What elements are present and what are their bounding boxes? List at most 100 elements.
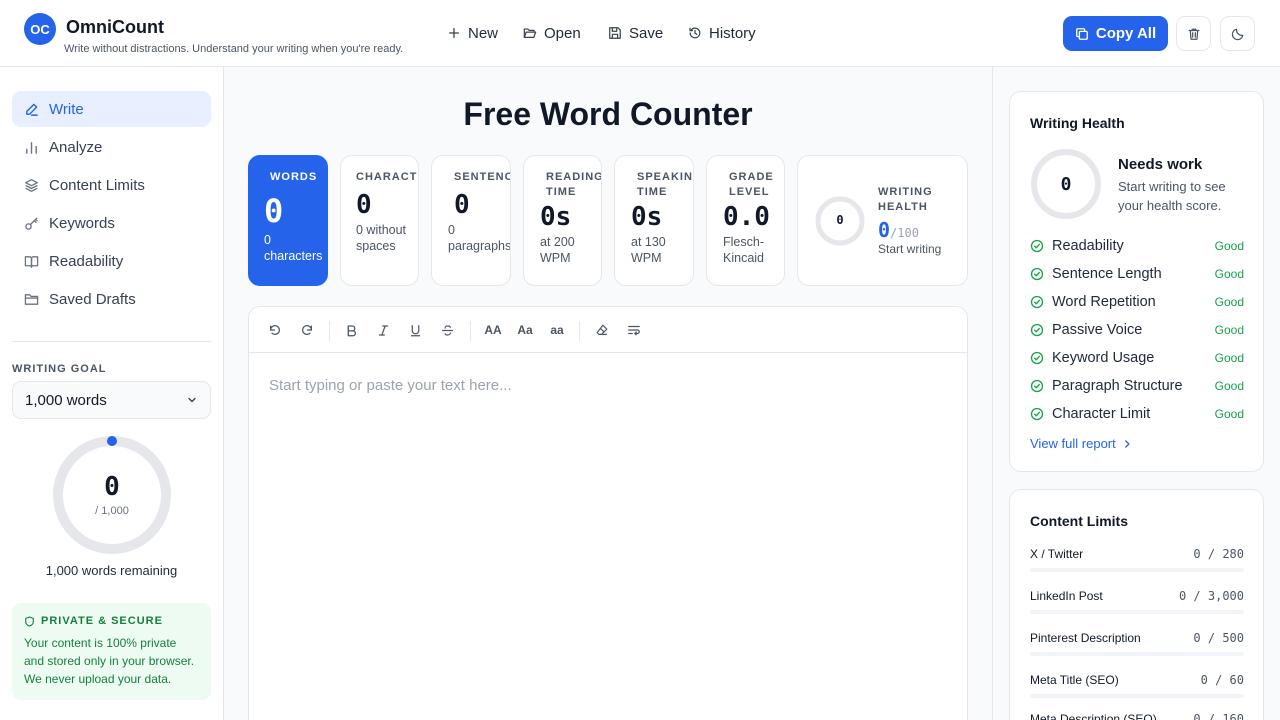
toolbar-divider [329, 321, 330, 341]
sidebar-item-label: Saved Drafts [49, 290, 136, 308]
italic-icon [377, 324, 390, 337]
limit-progress-bar [1030, 694, 1244, 698]
app-name[interactable]: OmniCount [66, 17, 164, 38]
editor-toolbar: AA Aa aa [249, 307, 967, 353]
stat-value: 0s [540, 202, 572, 232]
limit-linkedin-post: LinkedIn Post 0 / 3,000 [1030, 589, 1244, 614]
stat-sub: 0 without spaces [356, 223, 407, 253]
app-header: OC OmniCount Write without distractions.… [0, 0, 1280, 67]
health-check-status: Good [1214, 407, 1244, 421]
writing-goal-remaining: 1,000 words remaining [45, 563, 178, 578]
stat-reading-time: READING TIME 0s at 200 WPM [523, 155, 602, 286]
sidebar-item-content-limits[interactable]: Content Limits [12, 167, 211, 203]
stat-label: SPEAKING TIME [637, 171, 693, 198]
privacy-title: PRIVATE & SECURE [41, 615, 163, 627]
undo-icon [268, 323, 282, 337]
strikethrough-button[interactable] [439, 321, 455, 339]
lowercase-button[interactable]: aa [547, 321, 567, 339]
writing-health-score: 0 [878, 218, 891, 242]
plus-icon [447, 26, 461, 40]
folder-open-icon [523, 26, 537, 40]
key-icon [24, 216, 39, 231]
sidebar-item-label: Content Limits [49, 176, 145, 194]
text-editor[interactable]: AA Aa aa Start typing or paste your text… [248, 306, 968, 720]
stat-value: 0 [454, 190, 470, 220]
stat-value: 0s [631, 202, 663, 232]
writing-goal-label: WRITING GOAL [12, 363, 107, 375]
stat-label: READING TIME [546, 171, 602, 198]
chevron-down-icon [186, 394, 198, 406]
theme-toggle-button[interactable] [1220, 16, 1255, 51]
health-check-paragraph-structure: Paragraph Structure Good [1030, 376, 1244, 396]
limit-count: 0 / 280 [1193, 547, 1244, 561]
eraser-icon [595, 323, 609, 337]
redo-icon [300, 323, 314, 337]
bold-button[interactable] [343, 321, 359, 339]
health-check-keyword-usage: Keyword Usage Good [1030, 348, 1244, 368]
limit-label: LinkedIn Post [1030, 589, 1103, 603]
new-button[interactable]: New [447, 22, 498, 44]
sidebar-item-write[interactable]: Write [12, 91, 211, 127]
health-check-passive-voice: Passive Voice Good [1030, 320, 1244, 340]
sidebar-item-label: Keywords [49, 214, 115, 232]
check-circle-icon [1030, 239, 1044, 253]
chevron-right-icon [1122, 439, 1132, 449]
privacy-text: Your content is 100% private and stored … [24, 636, 195, 686]
stat-label: SENTENCES [454, 171, 510, 183]
toolbar-divider [579, 321, 580, 341]
save-button[interactable]: Save [608, 22, 663, 44]
sidebar-item-saved-drafts[interactable]: Saved Drafts [12, 281, 211, 317]
underline-button[interactable] [407, 321, 423, 339]
text-wrap-icon [627, 323, 641, 337]
open-button[interactable]: Open [523, 22, 581, 44]
limit-x-twitter: X / Twitter 0 / 280 [1030, 547, 1244, 572]
titlecase-button[interactable]: Aa [515, 321, 535, 339]
italic-button[interactable] [375, 321, 391, 339]
health-check-status: Good [1214, 323, 1244, 337]
check-circle-icon [1030, 323, 1044, 337]
health-check-label: Readability [1052, 238, 1124, 254]
limit-meta-description: Meta Description (SEO) 0 / 160 [1030, 712, 1244, 720]
stat-label: WORDS [270, 171, 318, 183]
undo-button[interactable] [267, 321, 283, 339]
limit-progress-bar [1030, 568, 1244, 572]
open-button-label: Open [544, 24, 581, 42]
limit-count: 0 / 3,000 [1178, 589, 1244, 603]
app-logo[interactable]: OC [24, 13, 56, 45]
folder-icon [24, 292, 39, 307]
copy-all-button[interactable]: Copy All [1063, 16, 1168, 51]
text-wrap-button[interactable] [626, 321, 642, 339]
sidebar-item-analyze[interactable]: Analyze [12, 129, 211, 165]
writing-health-score-max: /100 [890, 226, 919, 240]
privacy-notice: PRIVATE & SECURE Your content is 100% pr… [12, 603, 211, 700]
uppercase-button[interactable]: AA [483, 321, 503, 339]
health-check-readability: Readability Good [1030, 236, 1244, 256]
limit-label: Meta Title (SEO) [1030, 673, 1119, 687]
history-button[interactable]: History [688, 22, 756, 44]
toolbar-divider [470, 321, 471, 341]
sidebar-divider [12, 341, 211, 342]
stat-sub: 0 paragraphs [448, 223, 511, 253]
writing-goal-count: 0 [104, 472, 120, 502]
redo-button[interactable] [299, 321, 315, 339]
view-full-report-link[interactable]: View full report [1030, 436, 1132, 451]
strikethrough-icon [441, 324, 454, 337]
delete-button[interactable] [1176, 16, 1211, 51]
sidebar-item-readability[interactable]: Readability [12, 243, 211, 279]
sidebar-item-keywords[interactable]: Keywords [12, 205, 211, 241]
limit-pinterest-description: Pinterest Description 0 / 500 [1030, 631, 1244, 656]
clear-formatting-button[interactable] [594, 321, 610, 339]
moon-icon [1231, 27, 1245, 41]
health-score-value: 0 [1060, 174, 1072, 195]
health-check-status: Good [1214, 267, 1244, 281]
bar-chart-icon [24, 140, 39, 155]
app-tagline: Write without distractions. Understand y… [64, 43, 404, 55]
save-button-label: Save [629, 24, 664, 42]
writing-goal-select[interactable]: 1,000 words [12, 381, 211, 419]
stat-sentences: SENTENCES 0 0 paragraphs [431, 155, 511, 286]
health-check-label: Sentence Length [1052, 266, 1162, 282]
check-circle-icon [1030, 267, 1044, 281]
editor-placeholder[interactable]: Start typing or paste your text here... [269, 377, 512, 394]
content-limits-title: Content Limits [1030, 513, 1128, 529]
limit-label: X / Twitter [1030, 547, 1084, 561]
